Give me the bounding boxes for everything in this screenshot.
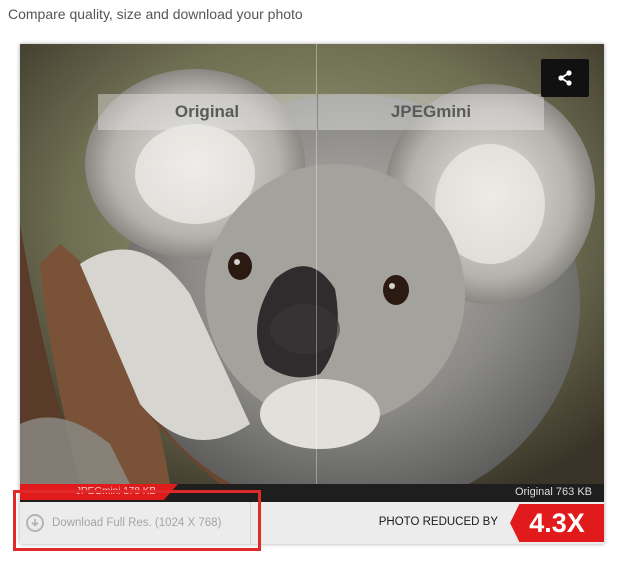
download-highlight-box (13, 490, 261, 551)
jpegmini-label: JPEGmini (318, 94, 544, 130)
photo-comparison-viewer[interactable]: Original JPEGmini JPEGmini 178 KB Origin… (20, 44, 604, 544)
page-heading: Compare quality, size and download your … (8, 6, 303, 22)
original-size-label: Original 763 KB (514, 486, 592, 498)
original-label: Original (98, 94, 316, 130)
comparison-divider[interactable] (316, 44, 317, 484)
share-button[interactable] (541, 59, 589, 97)
reduction-ratio-badge: 4.3X (510, 504, 604, 542)
photo-reduced-label: PHOTO REDUCED BY (378, 516, 498, 528)
share-icon (558, 70, 572, 86)
